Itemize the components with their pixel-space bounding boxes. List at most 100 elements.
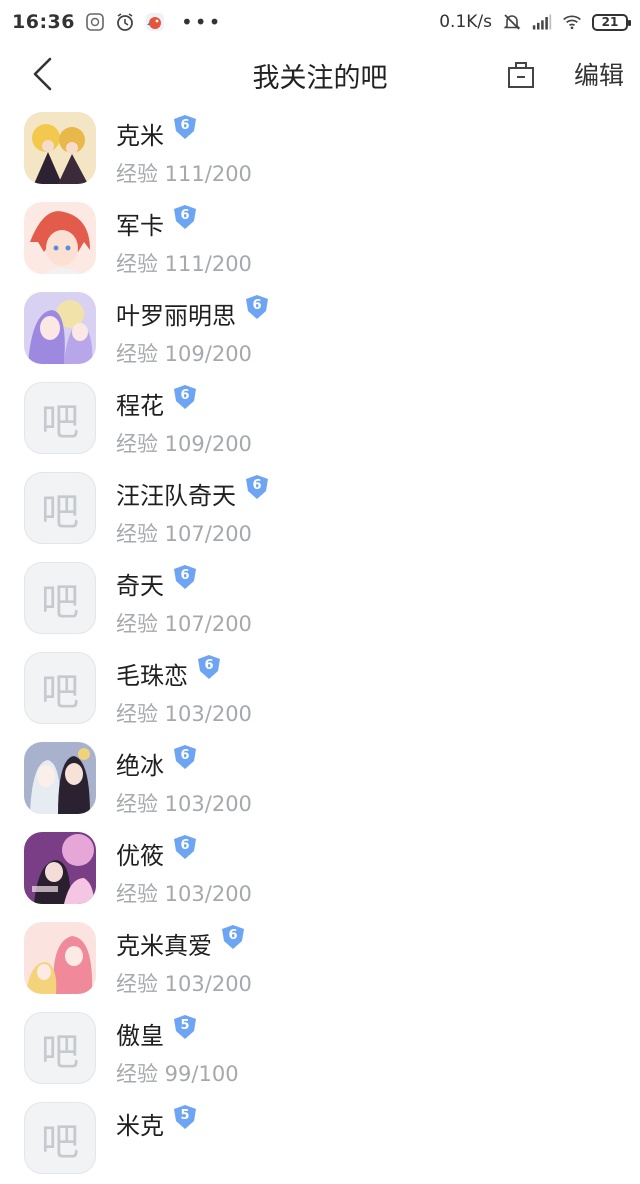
forum-name: 毛珠恋 <box>116 662 188 690</box>
forum-name-row: 克米 6 <box>116 114 198 151</box>
level-badge: 6 <box>196 654 222 680</box>
forum-list-item[interactable]: 吧 奇天 6 经验 107/200 <box>0 554 640 644</box>
forum-placeholder-glyph: 吧 <box>40 1119 79 1164</box>
forum-name: 米克 <box>116 1112 164 1140</box>
forum-name-row: 米克 5 <box>116 1104 198 1141</box>
followed-forums-list: 克米 6 经验 111/200 军卡 6 经验 111/200 叶罗丽明思 6 经验 109/2… <box>0 104 640 1184</box>
forum-name: 绝冰 <box>116 752 164 780</box>
forum-avatar-image <box>24 832 96 904</box>
page-title: 我关注的吧 <box>252 63 388 94</box>
forum-name-row: 克米真爱 6 <box>116 924 246 961</box>
level-badge: 6 <box>220 924 246 950</box>
forum-name-row: 军卡 6 <box>116 204 198 241</box>
forum-experience: 经验 103/200 <box>116 972 252 996</box>
forum-name: 叶罗丽明思 <box>116 302 236 330</box>
signal-strength-icon <box>532 12 552 32</box>
forum-list-item[interactable]: 吧 程花 6 经验 109/200 <box>0 374 640 464</box>
forum-name-row: 奇天 6 <box>116 564 198 601</box>
app-notification-icon <box>85 12 105 32</box>
level-number: 6 <box>252 478 262 493</box>
forum-name: 克米真爱 <box>116 932 212 960</box>
edit-button[interactable]: 编辑 <box>574 56 624 92</box>
forum-experience: 经验 99/100 <box>116 1062 239 1086</box>
forum-avatar-placeholder: 吧 <box>24 652 96 724</box>
forum-list-item[interactable]: 克米 6 经验 111/200 <box>0 104 640 194</box>
forum-name: 程花 <box>116 392 164 420</box>
forum-list-item[interactable]: 叶罗丽明思 6 经验 109/200 <box>0 284 640 374</box>
page-header: 我关注的吧 编辑 <box>0 44 640 104</box>
forum-placeholder-glyph: 吧 <box>40 399 79 444</box>
forum-avatar-placeholder: 吧 <box>24 1102 96 1174</box>
forum-avatar-image <box>24 742 96 814</box>
forum-name: 傲皇 <box>116 1022 164 1050</box>
forum-name-row: 毛珠恋 6 <box>116 654 222 691</box>
forum-name-row: 优筱 6 <box>116 834 198 871</box>
forum-avatar-image <box>24 292 96 364</box>
level-badge: 6 <box>172 744 198 770</box>
level-badge: 6 <box>172 204 198 230</box>
forum-name: 奇天 <box>116 572 164 600</box>
level-badge: 6 <box>172 384 198 410</box>
forum-experience: 经验 111/200 <box>116 252 252 276</box>
forum-placeholder-glyph: 吧 <box>40 669 79 714</box>
network-speed: 0.1K/s <box>439 12 492 32</box>
forum-list-item[interactable]: 绝冰 6 经验 103/200 <box>0 734 640 824</box>
forum-list-item[interactable]: 优筱 6 经验 103/200 <box>0 824 640 914</box>
more-notifications-icon: ••• <box>180 10 223 34</box>
level-badge: 5 <box>172 1104 198 1130</box>
forum-name-row: 程花 6 <box>116 384 198 421</box>
level-badge: 6 <box>172 564 198 590</box>
forum-avatar-placeholder: 吧 <box>24 382 96 454</box>
forum-avatar-placeholder: 吧 <box>24 1012 96 1084</box>
forum-placeholder-glyph: 吧 <box>40 579 79 624</box>
level-badge: 5 <box>172 1014 198 1040</box>
forum-list-item[interactable]: 军卡 6 经验 111/200 <box>0 194 640 284</box>
forum-experience: 经验 103/200 <box>116 882 252 906</box>
level-number: 6 <box>252 298 262 313</box>
status-bar-right: 0.1K/s 21 <box>439 12 631 32</box>
back-button[interactable] <box>22 54 62 94</box>
level-number: 6 <box>180 568 190 583</box>
level-number: 5 <box>180 1108 190 1123</box>
forum-list-item[interactable]: 克米真爱 6 经验 103/200 <box>0 914 640 1004</box>
forum-experience: 经验 109/200 <box>116 342 252 366</box>
forum-list-item[interactable]: 吧 傲皇 5 经验 99/100 <box>0 1004 640 1094</box>
level-badge: 6 <box>172 834 198 860</box>
forum-experience: 经验 107/200 <box>116 612 252 636</box>
status-time: 16:36 <box>12 11 75 33</box>
forum-list-item[interactable]: 吧 毛珠恋 6 经验 103/200 <box>0 644 640 734</box>
forum-experience: 经验 111/200 <box>116 162 252 186</box>
level-badge: 6 <box>244 474 270 500</box>
forum-name: 军卡 <box>116 212 164 240</box>
forum-avatar-image <box>24 922 96 994</box>
forum-experience: 经验 103/200 <box>116 702 252 726</box>
level-number: 6 <box>180 208 190 223</box>
level-number: 6 <box>180 388 190 403</box>
status-bar: 16:36 ••• 0.1K/s 21 <box>0 0 640 44</box>
sign-in-button[interactable] <box>504 56 538 92</box>
level-number: 6 <box>180 118 190 133</box>
forum-avatar-placeholder: 吧 <box>24 472 96 544</box>
forum-avatar-image <box>24 112 96 184</box>
wifi-icon <box>562 12 582 32</box>
level-number: 6 <box>180 748 190 763</box>
level-badge: 6 <box>172 114 198 140</box>
battery-icon: 21 <box>592 13 631 31</box>
forum-name-row: 叶罗丽明思 6 <box>116 294 270 331</box>
forum-placeholder-glyph: 吧 <box>40 1029 79 1074</box>
forum-list-item[interactable]: 吧 汪汪队奇天 6 经验 107/200 <box>0 464 640 554</box>
forum-name: 汪汪队奇天 <box>116 482 236 510</box>
status-bar-left: 16:36 ••• <box>12 10 222 34</box>
forum-name: 克米 <box>116 122 164 150</box>
level-number: 6 <box>204 658 214 673</box>
level-number: 5 <box>180 1018 190 1033</box>
muted-bell-icon <box>502 12 522 32</box>
forum-avatar-placeholder: 吧 <box>24 562 96 634</box>
level-number: 6 <box>228 928 238 943</box>
forum-placeholder-glyph: 吧 <box>40 489 79 534</box>
bird-app-icon <box>145 12 165 32</box>
forum-experience: 经验 107/200 <box>116 522 252 546</box>
forum-name-row: 汪汪队奇天 6 <box>116 474 270 511</box>
alarm-clock-icon <box>115 12 135 32</box>
forum-list-item[interactable]: 吧 米克 5 <box>0 1094 640 1184</box>
